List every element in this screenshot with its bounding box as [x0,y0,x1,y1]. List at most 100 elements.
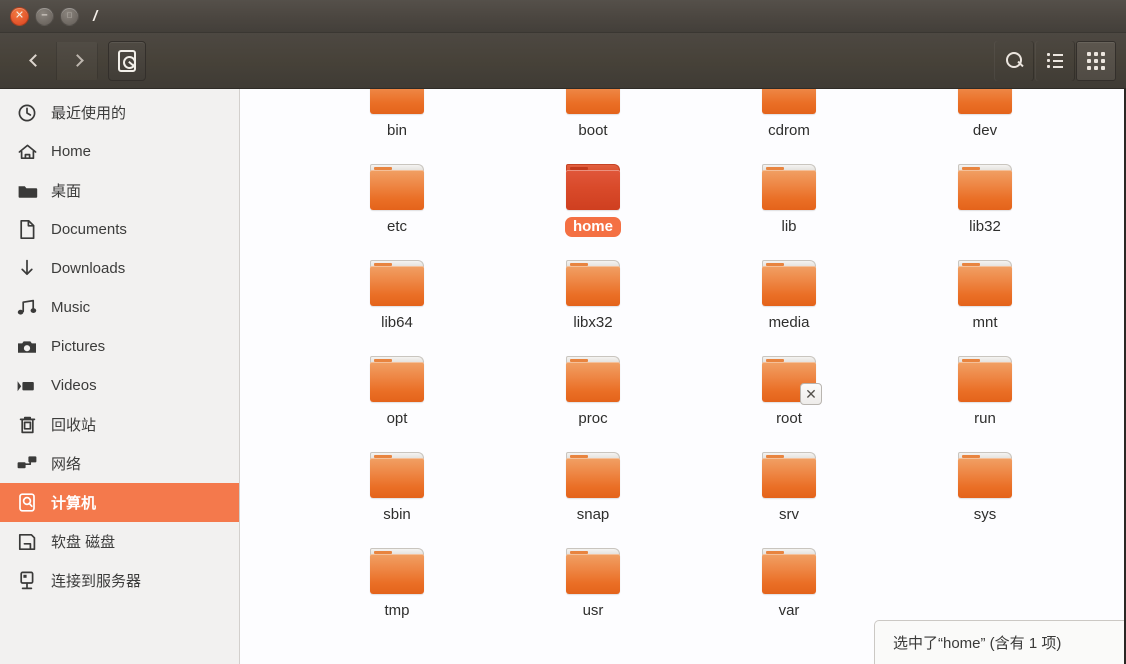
document-icon [14,219,40,241]
sidebar-item-11[interactable]: 计算机 [0,483,239,522]
video-camera-icon [14,375,40,397]
folder-icon [565,356,621,402]
file-item-label: proc [578,410,608,427]
file-item-label: sbin [383,506,411,523]
folder-icon [565,89,621,114]
sidebar-item-label: Documents [51,221,127,238]
sidebar-item-4[interactable]: Documents [0,210,239,249]
folder-icon [761,89,817,114]
file-item[interactable]: etc [299,141,495,237]
sidebar-item-12[interactable]: 软盘 磁盘 [0,522,239,561]
file-item-label: home [564,217,621,237]
home-icon [14,141,40,163]
file-item-label: media [768,314,810,331]
sidebar-item-3[interactable]: 桌面 [0,171,239,210]
network-icon [14,453,40,475]
file-item[interactable]: sys [887,429,1083,525]
sidebar-item-2[interactable]: Home [0,132,239,171]
camera-icon [14,336,40,358]
file-item[interactable]: lib32 [887,141,1083,237]
folder-icon [957,356,1013,402]
sidebar[interactable]: 最近使用的 Home 桌面 Documents Downloads Music Pictur… [0,89,240,664]
sidebar-item-7[interactable]: Pictures [0,327,239,366]
folder-icon [957,260,1013,306]
sidebar-item-label: 最近使用的 [51,105,127,122]
chevron-right-icon [70,54,84,67]
search-button[interactable] [994,41,1034,81]
file-item[interactable]: mnt [887,237,1083,333]
file-item-label: snap [576,506,610,523]
sidebar-item-1[interactable]: 最近使用的 [0,93,239,132]
sidebar-item-8[interactable]: Videos [0,366,239,405]
file-item[interactable]: lib64 [299,237,495,333]
search-icon [1005,52,1023,69]
file-item[interactable]: cdrom [691,89,887,141]
file-item[interactable]: proc [495,333,691,429]
sidebar-item-13[interactable]: 连接到服务器 [0,561,239,600]
folder-icon [761,548,817,594]
back-button[interactable] [14,42,56,80]
file-item[interactable]: run [887,333,1083,429]
file-item[interactable]: usr [495,525,691,621]
sidebar-item-label: Home [51,143,92,160]
sidebar-item-5[interactable]: Downloads [0,249,239,288]
file-item-label: lib32 [969,218,1001,235]
file-item-label: sys [973,506,997,523]
sidebar-item-9[interactable]: 回收站 [0,405,239,444]
file-item-label: etc [386,218,407,235]
sidebar-item-label: 网络 [51,456,82,473]
file-item[interactable]: ✕ root [691,333,887,429]
file-item[interactable]: tmp [299,525,495,621]
file-item[interactable]: var [691,525,887,621]
file-item-label: opt [386,410,408,427]
no-access-emblem-icon: ✕ [800,383,822,405]
floppy-disk-icon [14,531,40,553]
file-item[interactable]: snap [495,429,691,525]
forward-button[interactable] [56,41,98,80]
file-list-area[interactable]: bin boot cdrom dev etc home lib lib32 lib64 libx3… [241,89,1126,664]
folder-icon [565,260,621,306]
folder-icon [565,164,621,210]
minimize-icon[interactable]: − [35,6,54,26]
file-item-label: var [778,602,800,619]
location-computer-button[interactable] [108,40,146,81]
file-item[interactable]: media [691,237,887,333]
file-item[interactable]: opt [299,333,495,429]
file-item[interactable]: bin [299,89,495,141]
close-icon[interactable]: ✕ [10,6,29,26]
file-item[interactable]: lib [691,141,887,237]
sidebar-item-6[interactable]: Music [0,288,239,327]
folder-icon [565,452,621,498]
file-item[interactable]: dev [887,89,1083,141]
grid-view-button[interactable] [1076,40,1116,81]
maximize-glyph: □ [67,10,72,20]
file-item[interactable]: sbin [299,429,495,525]
list-view-button[interactable] [1035,41,1075,81]
file-item-label: lib [781,218,797,235]
list-view-icon [1047,53,1063,68]
folder-icon [761,260,817,306]
file-item-label: bin [386,122,408,139]
sidebar-item-label: 桌面 [51,183,82,200]
server-connect-icon [14,570,40,592]
file-item-label: libx32 [573,314,613,331]
maximize-icon[interactable]: □ [60,6,79,26]
icon-grid: bin boot cdrom dev etc home lib lib32 lib64 libx3… [241,89,1124,621]
file-item[interactable]: boot [495,89,691,141]
sidebar-item-label: 计算机 [51,495,97,512]
file-item[interactable]: home [495,141,691,237]
download-arrow-icon [14,258,40,280]
file-item[interactable]: srv [691,429,887,525]
file-item-label: srv [779,506,799,523]
sidebar-item-10[interactable]: 网络 [0,444,239,483]
sidebar-item-label: Videos [51,377,97,394]
trash-icon [14,414,40,436]
toolbar-right-group [993,40,1126,81]
folder-icon [957,164,1013,210]
folder-icon [369,356,425,402]
clock-icon [14,102,40,124]
file-item[interactable]: libx32 [495,237,691,333]
window-title: / [93,7,98,25]
folder-icon [957,452,1013,498]
file-item-label: lib64 [381,314,413,331]
